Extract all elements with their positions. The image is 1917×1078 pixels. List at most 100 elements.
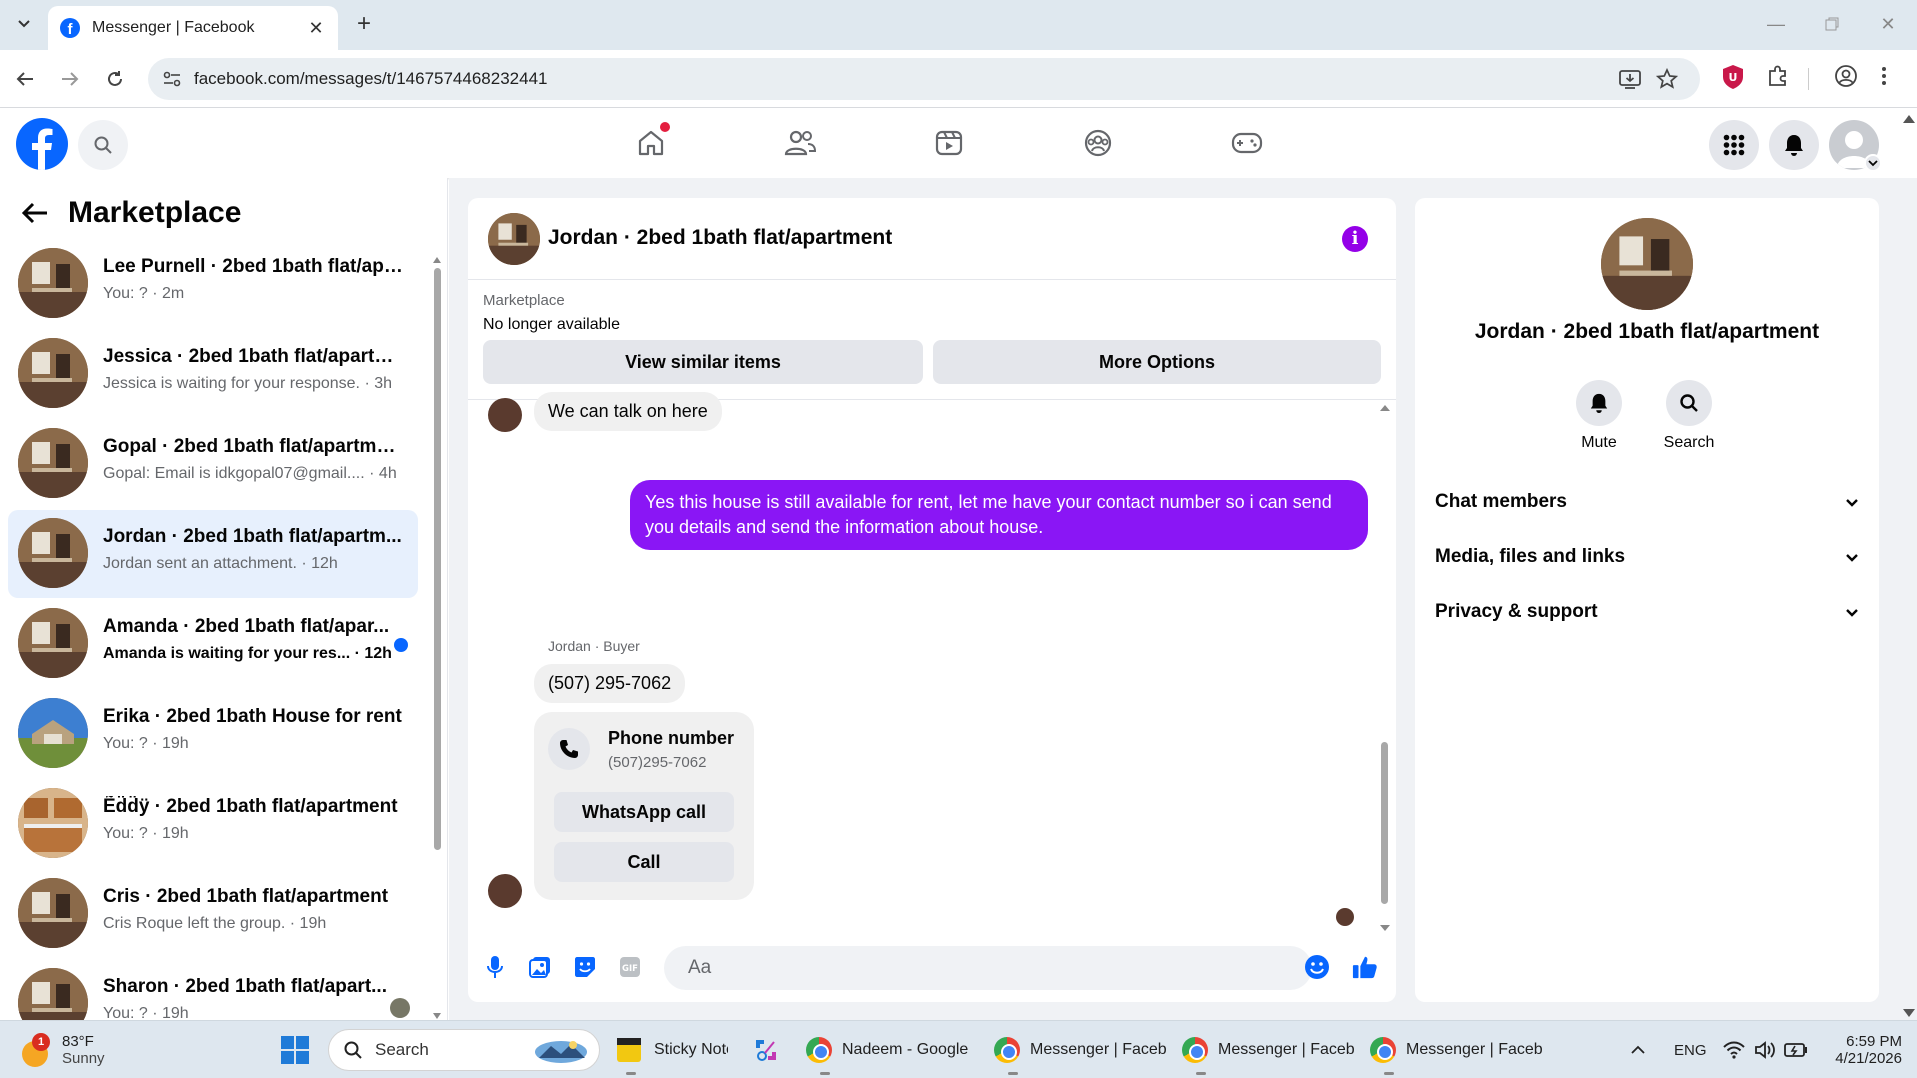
restore-button[interactable] bbox=[1812, 10, 1852, 38]
call-button[interactable]: Call bbox=[554, 842, 734, 882]
facebook-logo-icon[interactable] bbox=[16, 118, 68, 170]
phone-icon-circle bbox=[548, 728, 590, 770]
listing-thumbnail-avatar bbox=[18, 518, 88, 588]
message-input[interactable] bbox=[664, 946, 1312, 990]
gaming-tab[interactable] bbox=[1192, 116, 1302, 170]
address-bar[interactable]: facebook.com/messages/t/1467574468232441 bbox=[148, 58, 1700, 100]
send-like-button[interactable] bbox=[1352, 954, 1378, 980]
groups-tab[interactable] bbox=[1043, 116, 1153, 170]
view-similar-items-button[interactable]: View similar items bbox=[483, 340, 923, 384]
clock[interactable]: 6:59 PM 4/21/2026 bbox=[1822, 1021, 1902, 1078]
close-window-button[interactable]: ✕ bbox=[1868, 10, 1908, 38]
chat-avatar[interactable] bbox=[488, 213, 540, 265]
conversation-item-active[interactable]: Jordan · 2bed 1bath flat/apartm... Jorda… bbox=[8, 510, 418, 598]
taskbar-snipping-tool[interactable] bbox=[752, 1021, 780, 1078]
language-indicator[interactable]: ENG bbox=[1674, 1021, 1707, 1078]
ublock-extension-icon[interactable]: U bbox=[1722, 64, 1744, 90]
taskbar-search[interactable]: Search bbox=[328, 1029, 600, 1071]
scroll-down-arrow-icon[interactable] bbox=[1902, 1008, 1916, 1018]
conversation-preview: You: ? · 19h bbox=[103, 735, 189, 752]
search-icon bbox=[94, 136, 112, 154]
tab-search-button[interactable] bbox=[10, 10, 38, 38]
house-image bbox=[18, 698, 88, 768]
conversation-item[interactable]: Lee Purnell · 2bed 1bath flat/apa... You… bbox=[8, 240, 418, 328]
scroll-up-arrow-icon[interactable] bbox=[432, 256, 442, 264]
weather-widget[interactable]: 1 83°F Sunny bbox=[20, 1021, 105, 1078]
search-highlight-image bbox=[535, 1041, 587, 1063]
attach-photo-button[interactable] bbox=[527, 954, 553, 980]
taskbar-app-chrome-nadeem[interactable]: Nadeem - Google bbox=[806, 1021, 968, 1078]
show-hidden-icons-button[interactable] bbox=[1630, 1021, 1646, 1078]
search-action[interactable]: Search bbox=[1649, 380, 1729, 452]
taskbar-app-chrome-messenger[interactable]: Messenger | Faceb bbox=[1370, 1021, 1543, 1078]
minimize-button[interactable]: — bbox=[1756, 10, 1796, 38]
conversation-item[interactable]: Cris · 2bed 1bath flat/apartment Cris Ro… bbox=[8, 870, 418, 958]
tab-close-icon[interactable]: ✕ bbox=[306, 18, 326, 39]
conversation-item[interactable]: Gopal · 2bed 1bath flat/apartment Gopal:… bbox=[8, 420, 418, 508]
scroll-down-arrow-icon[interactable] bbox=[1379, 924, 1391, 932]
scroll-down-arrow-icon[interactable] bbox=[432, 1012, 442, 1020]
back-button[interactable] bbox=[10, 64, 40, 94]
voice-clip-button[interactable] bbox=[482, 954, 508, 980]
message-scroll-thumb[interactable] bbox=[1381, 742, 1388, 904]
profile-icon[interactable] bbox=[1834, 64, 1858, 88]
friends-tab[interactable] bbox=[745, 116, 855, 170]
sticker-button[interactable] bbox=[572, 954, 598, 980]
running-indicator bbox=[626, 1072, 636, 1075]
menu-button[interactable] bbox=[1709, 120, 1759, 170]
chat-header: Jordan · 2bed 1bath flat/apartment i bbox=[468, 198, 1396, 280]
message-scrollbar[interactable] bbox=[1378, 400, 1392, 934]
conversation-item[interactable]: Sharon · 2bed 1bath flat/apart... You: ?… bbox=[8, 960, 418, 1020]
video-tab[interactable] bbox=[894, 116, 1004, 170]
sidebar-scroll-thumb[interactable] bbox=[434, 268, 441, 850]
conversation-preview: You: ? · 19h bbox=[103, 1005, 189, 1020]
more-options-button[interactable]: More Options bbox=[933, 340, 1381, 384]
gif-button[interactable]: GIF bbox=[617, 954, 643, 980]
whatsapp-call-button[interactable]: WhatsApp call bbox=[554, 792, 734, 832]
reload-button[interactable] bbox=[100, 64, 130, 94]
taskbar-app-chrome-messenger[interactable]: Messenger | Faceb bbox=[994, 1021, 1167, 1078]
conversation-item[interactable]: Ẽd̈d̈ÿ · 2bed 1bath flat/apartment You: … bbox=[8, 780, 418, 868]
forward-button[interactable] bbox=[55, 64, 85, 94]
browser-menu-icon[interactable] bbox=[1880, 64, 1888, 88]
bookmark-star-icon[interactable] bbox=[1656, 68, 1678, 90]
install-app-icon[interactable] bbox=[1618, 68, 1642, 90]
start-button[interactable] bbox=[280, 1021, 310, 1078]
page-scrollbar[interactable] bbox=[1900, 108, 1917, 1020]
taskbar-app-sticky-notes[interactable]: Sticky Note bbox=[616, 1021, 728, 1078]
conversation-preview: Jessica is waiting for your response. · … bbox=[103, 375, 393, 392]
scroll-up-arrow-icon[interactable] bbox=[1379, 404, 1391, 412]
account-chevron[interactable] bbox=[1864, 154, 1882, 172]
conversation-name: Cris · 2bed 1bath flat/apartment bbox=[103, 886, 389, 907]
new-tab-button[interactable]: + bbox=[350, 10, 378, 38]
chevron-down-icon bbox=[1846, 608, 1858, 617]
privacy-support-section[interactable]: Privacy & support bbox=[1435, 592, 1859, 632]
facebook-search-button[interactable] bbox=[78, 120, 128, 170]
volume-icon bbox=[1755, 1041, 1775, 1059]
conversation-item[interactable]: Jessica · 2bed 1bath flat/apartm... Jess… bbox=[8, 330, 418, 418]
conversation-item[interactable]: Amanda · 2bed 1bath flat/apar... Amanda … bbox=[8, 600, 418, 688]
mute-action[interactable]: Mute bbox=[1559, 380, 1639, 452]
extensions-puzzle-icon[interactable] bbox=[1766, 64, 1790, 88]
home-tab[interactable] bbox=[596, 116, 706, 170]
sidebar-scrollbar[interactable] bbox=[432, 256, 442, 1020]
taskbar-app-chrome-messenger[interactable]: Messenger | Faceb bbox=[1182, 1021, 1355, 1078]
chat-title[interactable]: Jordan · 2bed 1bath flat/apartment bbox=[548, 226, 892, 250]
chrome-icon bbox=[1370, 1037, 1396, 1063]
emoji-button[interactable] bbox=[1304, 954, 1330, 980]
image-icon bbox=[529, 957, 550, 978]
info-icon[interactable]: i bbox=[1342, 226, 1368, 252]
room-image bbox=[18, 608, 88, 678]
conversation-item[interactable]: Erika · 2bed 1bath House for rent You: ?… bbox=[8, 690, 418, 778]
listing-status: No longer available bbox=[483, 316, 620, 333]
scroll-up-arrow-icon[interactable] bbox=[1902, 114, 1916, 124]
site-info-icon[interactable] bbox=[162, 69, 182, 89]
media-files-links-section[interactable]: Media, files and links bbox=[1435, 537, 1859, 577]
system-tray[interactable] bbox=[1722, 1021, 1808, 1078]
back-arrow-icon[interactable] bbox=[22, 202, 48, 224]
conversation-name: Gopal · 2bed 1bath flat/apartment bbox=[103, 436, 403, 457]
chat-members-section[interactable]: Chat members bbox=[1435, 482, 1859, 522]
browser-tab[interactable]: f Messenger | Facebook ✕ bbox=[48, 6, 338, 50]
chevron-down-icon bbox=[1868, 159, 1878, 166]
notifications-button[interactable] bbox=[1769, 120, 1819, 170]
